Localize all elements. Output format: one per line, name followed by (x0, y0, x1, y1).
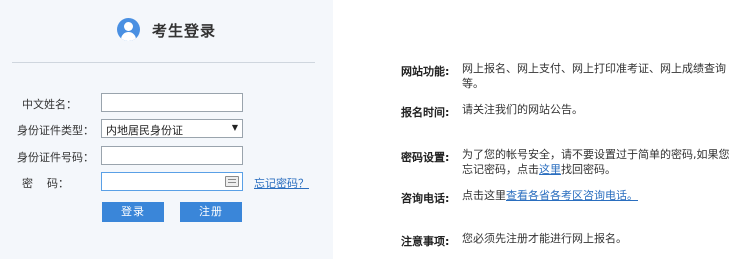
id-type-value: 内地居民身份证 (106, 124, 183, 137)
password-label: 密 码： (22, 177, 69, 190)
register-button[interactable]: 注册 (180, 202, 242, 222)
id-number-field[interactable] (101, 146, 243, 168)
dropdown-arrow-icon: ▼ (231, 123, 238, 132)
notice-text: 您必须先注册才能进行网上报名。 (462, 232, 627, 245)
name-label: 中文姓名： (22, 98, 77, 111)
time-text: 请关注我们的网站公告。 (462, 103, 583, 116)
time-label: 报名时间: (401, 106, 450, 119)
page-root: 考生登录 中文姓名： 身份证件类型： 内地居民身份证 ▼ 身份证件号码： 密 码… (0, 0, 750, 259)
function-label: 网站功能: (401, 65, 450, 78)
id-number-label: 身份证件号码： (17, 151, 94, 164)
function-text: 网上报名、网上支付、网上打印准考证、网上成绩查询等。 (462, 62, 726, 90)
phone-label: 咨询电话: (401, 192, 450, 205)
recover-password-link[interactable]: 这里 (539, 163, 561, 176)
phone-link[interactable]: 查看各省各考区咨询电话。 (506, 189, 638, 202)
forgot-password-link[interactable]: 忘记密码？ (254, 175, 309, 191)
login-header: 考生登录 (0, 16, 333, 46)
keyboard-icon[interactable] (225, 176, 239, 187)
password-field[interactable] (101, 172, 243, 194)
name-input[interactable] (102, 97, 242, 115)
id-number-input[interactable] (102, 150, 242, 168)
id-type-label: 身份证件类型： (17, 124, 94, 137)
password-setting-text: 为了您的帐号安全，请不要设置过于简单的密码,如果您忘记密码，点击这里找回密码。 (462, 148, 730, 176)
login-button[interactable]: 登录 (102, 202, 164, 222)
password-setting-label: 密码设置: (401, 151, 450, 164)
id-type-select[interactable]: 内地居民身份证 ▼ (101, 119, 243, 138)
notice-label: 注意事项: (401, 235, 450, 248)
name-field[interactable] (101, 93, 243, 115)
login-panel: 考生登录 中文姓名： 身份证件类型： 内地居民身份证 ▼ 身份证件号码： 密 码… (0, 0, 333, 259)
user-icon (117, 18, 140, 41)
password-input[interactable] (102, 176, 242, 194)
phone-text: 点击这里查看各省各考区咨询电话。 (462, 189, 638, 202)
login-title: 考生登录 (152, 22, 217, 40)
divider (12, 62, 315, 63)
